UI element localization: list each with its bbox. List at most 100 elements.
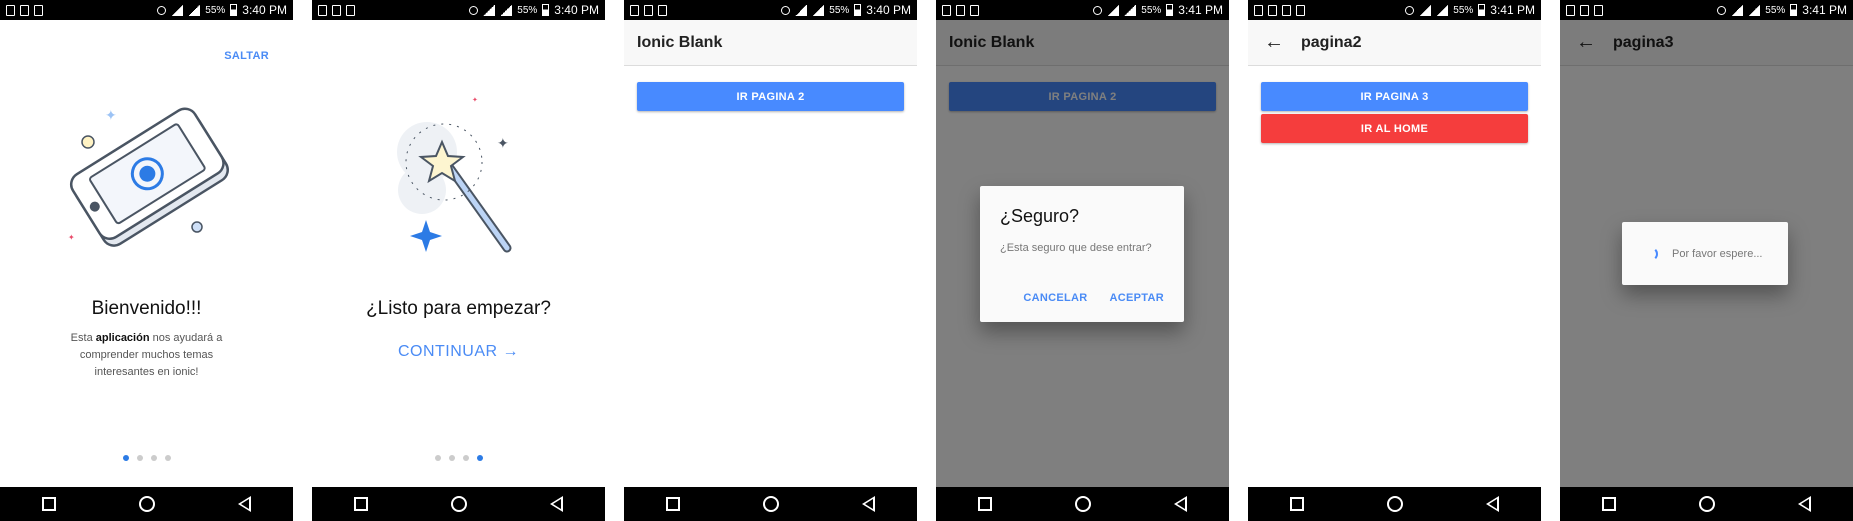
- recents-icon[interactable]: [41, 497, 56, 511]
- android-icon: [1594, 4, 1603, 16]
- accept-button[interactable]: ACEPTAR: [1110, 292, 1164, 304]
- image-icon: [1254, 4, 1263, 16]
- sim-icon: [1566, 4, 1575, 16]
- android-nav-bar: [936, 487, 1229, 521]
- pager-dot-4[interactable]: [164, 455, 171, 461]
- dialog-message: ¿Esta seguro que dese entrar?: [1000, 242, 1152, 254]
- page-title: pagina2: [1301, 33, 1362, 51]
- recents-icon[interactable]: [665, 497, 680, 511]
- alarm-icon: [157, 5, 167, 15]
- signal-icon: [812, 4, 825, 16]
- recents-icon[interactable]: [1601, 497, 1616, 511]
- battery-percent: 55%: [1453, 4, 1474, 16]
- home-icon[interactable]: [1074, 496, 1091, 512]
- alarm-icon: [469, 5, 479, 15]
- back-icon[interactable]: [238, 496, 252, 512]
- header-toolbar: ← pagina2: [1248, 20, 1541, 66]
- back-arrow-icon[interactable]: ←: [1264, 31, 1284, 54]
- usb-icon: [1282, 4, 1291, 16]
- back-icon[interactable]: [862, 496, 876, 512]
- status-bar: 55% 3:40 PM: [0, 0, 293, 20]
- battery-icon: [542, 4, 550, 16]
- status-bar: 55% 3:41 PM: [1560, 0, 1853, 20]
- continue-button[interactable]: CONTINUAR →: [312, 343, 605, 361]
- home-icon[interactable]: [1386, 496, 1403, 512]
- alarm-icon: [1093, 5, 1103, 15]
- sim-icon: [630, 4, 639, 16]
- back-icon[interactable]: [1798, 496, 1812, 512]
- home-icon[interactable]: [762, 496, 779, 512]
- phone-intro-ready: 55% 3:40 PM ✦ ✦ ¿Listo para empezar? CONT…: [312, 0, 605, 521]
- battery-icon: [1166, 4, 1174, 16]
- android-nav-bar: [1560, 487, 1853, 521]
- svg-text:✦: ✦: [68, 233, 75, 242]
- clock: 3:40 PM: [242, 3, 287, 17]
- battery-percent: 55%: [517, 4, 538, 16]
- cancel-button[interactable]: CANCELAR: [1023, 292, 1087, 304]
- pager-dot-2[interactable]: [136, 455, 143, 461]
- recents-icon[interactable]: [1289, 497, 1304, 511]
- status-bar: 55% 3:41 PM: [1248, 0, 1541, 20]
- usb-icon: [20, 4, 29, 16]
- pager-dot-3[interactable]: [462, 455, 469, 461]
- signal-icon: [1436, 4, 1449, 16]
- pager-dots: [0, 455, 293, 461]
- android-nav-bar: [0, 487, 293, 521]
- battery-percent: 55%: [1765, 4, 1786, 16]
- magic-wand-icon: ✦ ✦: [397, 96, 512, 253]
- clock: 3:41 PM: [1490, 3, 1535, 17]
- back-icon[interactable]: [550, 496, 564, 512]
- sim-icon: [318, 4, 327, 16]
- sim-icon: [6, 4, 15, 16]
- home-icon[interactable]: [1698, 496, 1715, 512]
- usb-icon: [956, 4, 965, 16]
- usb-icon: [332, 4, 341, 16]
- android-icon: [346, 4, 355, 16]
- skip-button[interactable]: SALTAR: [224, 50, 269, 62]
- sim-icon: [1268, 4, 1277, 16]
- signal-icon: [1748, 4, 1761, 16]
- usb-icon: [1580, 4, 1589, 16]
- android-icon: [658, 4, 667, 16]
- back-icon[interactable]: [1486, 496, 1500, 512]
- home-icon[interactable]: [138, 496, 155, 512]
- pager-dot-4[interactable]: [476, 455, 483, 461]
- phone-home: 55% 3:40 PM Ionic Blank IR PAGINA 2: [624, 0, 917, 521]
- description-text: Esta: [70, 332, 96, 344]
- phone-intro-welcome: 55% 3:40 PM SALTAR ✦ ✦ Bienvenido!!! Esta…: [0, 0, 293, 521]
- battery-icon: [854, 4, 862, 16]
- svg-text:✦: ✦: [105, 108, 117, 124]
- pager-dot-2[interactable]: [448, 455, 455, 461]
- confirm-dialog: ¿Seguro? ¿Esta seguro que dese entrar? C…: [980, 186, 1184, 322]
- battery-percent: 55%: [1141, 4, 1162, 16]
- wifi-icon: [171, 4, 184, 16]
- status-bar: 55% 3:41 PM: [936, 0, 1229, 20]
- back-icon[interactable]: [1174, 496, 1188, 512]
- signal-icon: [188, 4, 201, 16]
- recents-icon[interactable]: [977, 497, 992, 511]
- go-home-button[interactable]: IR AL HOME: [1261, 114, 1528, 143]
- pager-dot-3[interactable]: [150, 455, 157, 461]
- continue-label: CONTINUAR: [397, 343, 498, 360]
- go-page2-button[interactable]: IR PAGINA 2: [637, 82, 904, 111]
- spinner-icon: [1644, 246, 1658, 261]
- signal-icon: [500, 4, 513, 16]
- battery-icon: [1478, 4, 1486, 16]
- slide-title: ¿Listo para empezar?: [366, 298, 551, 319]
- wifi-icon: [1419, 4, 1432, 16]
- home-icon[interactable]: [450, 496, 467, 512]
- recents-icon[interactable]: [353, 497, 368, 511]
- pager-dot-1[interactable]: [122, 455, 129, 461]
- clock: 3:41 PM: [1178, 3, 1223, 17]
- android-icon: [970, 4, 979, 16]
- svg-text:✦: ✦: [497, 136, 509, 152]
- header-toolbar: Ionic Blank: [624, 20, 917, 66]
- android-icon: [1296, 4, 1305, 16]
- pager-dot-1[interactable]: [434, 455, 441, 461]
- go-page3-button[interactable]: IR PAGINA 3: [1261, 82, 1528, 111]
- clock: 3:41 PM: [1802, 3, 1847, 17]
- arrow-right-icon: →: [502, 343, 520, 360]
- alarm-icon: [1405, 5, 1415, 15]
- phone-pagina3-loading: 55%3:41 PM ← pagina3 Por favor espere...: [1560, 0, 1853, 521]
- signal-icon: [1124, 4, 1137, 16]
